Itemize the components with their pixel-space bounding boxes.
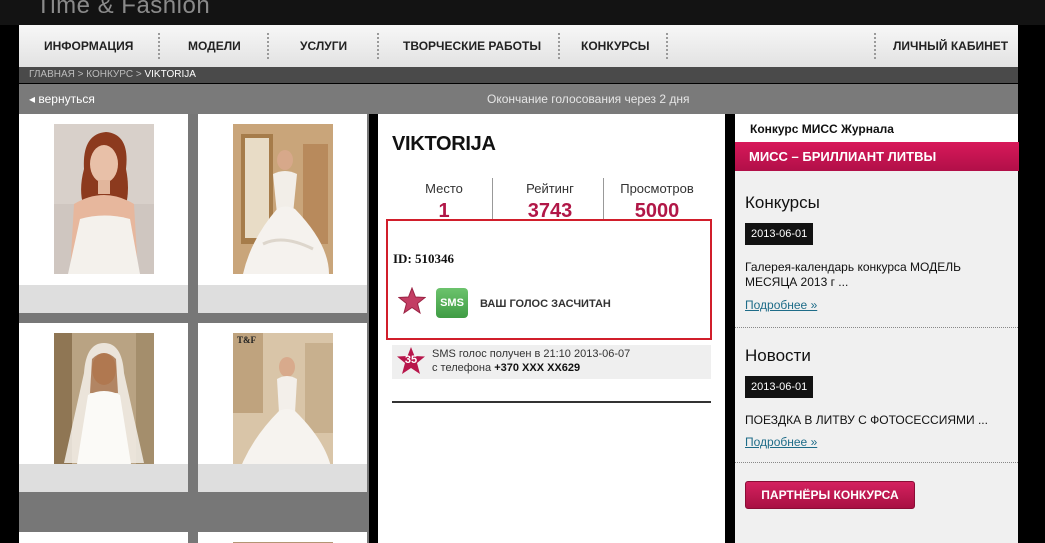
model-photo[interactable]: T&F [54,333,154,483]
sms-received-time: SMS голос получен в 21:10 2013-06-07 [432,348,631,360]
stat-place-label: Место [425,181,463,196]
news-text: ПОЕЗДКА В ЛИТВУ С ФОТОСЕССИЯМИ ... [745,413,988,427]
sidebar-separator [735,327,1018,328]
contests-text: Галерея-календарь конкурса МОДЕЛЬ МЕСЯЦА… [745,260,962,289]
gallery-thumb[interactable] [19,532,188,543]
right-sidebar: Конкурс МИСС Журнала МИСС – БРИЛЛИАНТ ЛИ… [735,114,1019,543]
vote-status: ВАШ ГОЛОС ЗАСЧИТАН [480,298,611,310]
sms-phone-line: с телефона +370 XXX XX629 [432,362,580,374]
model-photo[interactable] [54,124,154,274]
partners-button[interactable]: ПАРТНЁРЫ КОНКУРСА [745,481,915,509]
photo-gallery: T&F T&F [19,114,369,543]
nav-item-info[interactable]: ИНФОРМАЦИЯ [44,39,133,53]
contests-heading: Конкурсы [745,193,820,212]
gallery-thumb[interactable]: T&F [19,323,188,492]
contest-title: Конкурс МИСС Журнала [750,122,894,136]
gallery-thumb[interactable]: T&F [198,323,367,492]
gallery-thumb[interactable] [198,114,367,313]
gallery-thumb[interactable] [198,532,367,543]
breadcrumb: ГЛАВНАЯ > КОНКУРС > VIKTORIJA [19,67,1018,83]
model-photo[interactable] [233,124,333,274]
stat-rating-label: Рейтинг [526,181,574,196]
nav-separator [558,33,560,59]
divider [392,401,711,403]
star-icon[interactable] [398,287,426,315]
nav-separator [158,33,160,59]
nav-separator [874,33,876,59]
model-profile: VIKTORIJA Место 1 Рейтинг 3743 Просмотро… [378,114,725,543]
model-photo[interactable]: T&F [233,333,333,483]
nav-item-models[interactable]: МОДЕЛИ [188,39,241,53]
logo-bar: Time & Fashion [0,0,1045,25]
contest-name-banner[interactable]: МИСС – БРИЛЛИАНТ ЛИТВЫ [735,142,1019,171]
nav-item-personal-cabinet[interactable]: ЛИЧНЫЙ КАБИНЕТ [893,39,1008,53]
thumb-footer [198,285,367,313]
sms-phone-number: +370 XXX XX629 [494,362,581,374]
breadcrumb-current: VIKTORIJA [144,69,196,80]
thumb-footer [198,464,367,492]
thumb-footer [19,285,188,313]
breadcrumb-contest[interactable]: КОНКУРС [86,69,133,80]
news-date-badge: 2013-06-01 [745,376,814,398]
breadcrumb-separator: > [135,69,142,80]
sidebar-separator [735,462,1018,463]
photo-watermark: T&F [237,335,256,345]
vote-count-badge: 35 [404,354,418,366]
model-name: VIKTORIJA [392,133,496,155]
nav-separator [377,33,379,59]
nav-item-services[interactable]: УСЛУГИ [300,39,347,53]
stat-views-label: Просмотров [620,181,694,196]
sms-notification: 35 SMS голос получен в 21:10 2013-06-07 … [392,345,711,379]
sms-phone-prefix: с телефона [432,362,495,374]
contests-more-link[interactable]: Подробнее » [745,298,817,312]
site-logo[interactable]: Time & Fashion [36,0,210,20]
gallery-thumb[interactable] [19,114,188,313]
thumb-footer [19,464,188,492]
voting-deadline: Окончание голосования через 2 дня [487,92,690,106]
vote-panel: ID: 510346 SMS ВАШ ГОЛОС ЗАСЧИТАН [386,219,712,340]
model-id: ID: 510346 [393,251,455,266]
voting-bar: ◂ вернуться Окончание голосования через … [19,84,1018,114]
news-heading: Новости [745,346,811,365]
news-more-link[interactable]: Подробнее » [745,435,817,449]
nav-item-contests[interactable]: КОНКУРСЫ [581,39,650,53]
contests-date-badge: 2013-06-01 [745,223,814,245]
back-link[interactable]: ◂ вернуться [29,92,95,106]
sidebar-content: Конкурсы 2013-06-01 Галерея-календарь ко… [735,171,1018,543]
breadcrumb-home[interactable]: ГЛАВНАЯ [29,69,75,80]
nav-item-creative-works[interactable]: ТВОРЧЕСКИЕ РАБОТЫ [403,39,541,53]
main-nav: ИНФОРМАЦИЯ МОДЕЛИ УСЛУГИ ТВОРЧЕСКИЕ РАБО… [19,25,1018,67]
sms-vote-button[interactable]: SMS [436,288,468,318]
breadcrumb-separator: > [77,69,84,80]
nav-separator [666,33,668,59]
nav-separator [267,33,269,59]
